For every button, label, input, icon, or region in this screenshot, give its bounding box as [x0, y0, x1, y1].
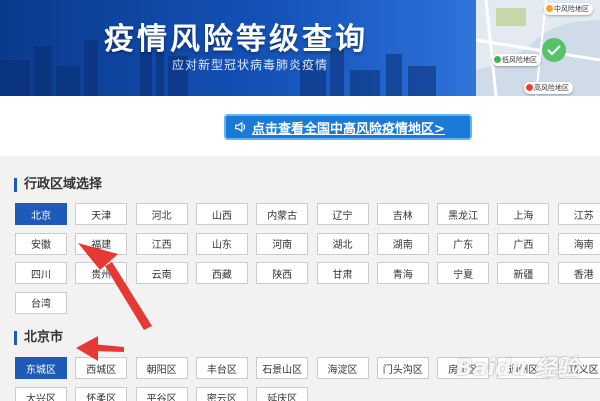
province-button[interactable]: 河北 [135, 203, 188, 225]
province-button[interactable]: 陕西 [256, 262, 309, 284]
district-button[interactable]: 朝阳区 [135, 357, 188, 379]
province-button[interactable]: 江西 [135, 232, 188, 255]
district-button[interactable]: 延庆区 [256, 386, 309, 401]
district-button[interactable]: 海淀区 [316, 357, 369, 379]
province-button[interactable]: 天津 [75, 203, 128, 225]
district-button[interactable]: 门头沟区 [376, 357, 429, 379]
province-button[interactable]: 北京 [15, 203, 67, 225]
province-button[interactable]: 台湾 [15, 291, 67, 314]
mid-risk-dot-icon [546, 5, 553, 12]
district-button[interactable]: 丰台区 [195, 357, 248, 379]
province-button[interactable]: 香港 [557, 262, 600, 284]
map-tag-low-risk: 低风险地区 [492, 54, 541, 66]
district-button[interactable]: 东城区 [15, 357, 67, 379]
province-button[interactable]: 内蒙古 [256, 203, 309, 225]
risk-map-illustration: 中风险地区 低风险地区 高风险地区 [476, 0, 600, 96]
province-button[interactable]: 宁夏 [437, 262, 490, 284]
district-button[interactable]: 密云区 [195, 386, 248, 401]
province-button[interactable]: 贵州 [75, 262, 128, 284]
district-button[interactable]: 怀柔区 [75, 386, 128, 401]
province-button[interactable]: 湖北 [316, 232, 369, 255]
district-button[interactable]: 石景山区 [256, 357, 309, 379]
province-button[interactable]: 广东 [437, 232, 490, 255]
view-high-risk-areas-button[interactable]: 点击查看全国中高风险疫情地区> [224, 114, 472, 140]
province-button[interactable]: 河南 [256, 232, 309, 255]
notice-label: 点击查看全国中高风险疫情地区> [252, 121, 445, 137]
speaker-icon [235, 121, 246, 133]
province-button[interactable]: 上海 [497, 203, 550, 225]
province-button[interactable]: 海南 [557, 232, 600, 255]
province-button[interactable]: 甘肃 [316, 262, 369, 284]
province-button[interactable]: 四川 [15, 262, 67, 284]
province-button[interactable]: 安徽 [15, 232, 67, 255]
map-tag-mid-risk: 中风险地区 [544, 3, 593, 15]
province-button[interactable]: 辽宁 [316, 203, 369, 225]
banner-subtitle: 应对新型冠状病毒肺炎疫情 [172, 58, 329, 72]
province-button[interactable]: 黑龙江 [437, 203, 490, 225]
low-risk-dot-icon [494, 56, 501, 63]
province-button[interactable]: 青海 [376, 262, 429, 284]
district-section-title: 北京市 [14, 331, 63, 345]
province-button[interactable]: 新疆 [497, 262, 550, 284]
province-button[interactable]: 云南 [135, 262, 188, 284]
province-button[interactable]: 吉林 [376, 203, 429, 225]
province-button[interactable]: 山西 [195, 203, 248, 225]
district-button[interactable]: 平谷区 [135, 386, 188, 401]
high-risk-dot-icon [526, 84, 533, 91]
province-button[interactable]: 江苏 [557, 203, 600, 225]
header-banner: 疫情风险等级查询 应对新型冠状病毒肺炎疫情 中风险地区 低风险地区 高风险地区 [0, 0, 600, 96]
banner-title: 疫情风险等级查询 [104, 22, 368, 57]
district-button[interactable]: 大兴区 [15, 386, 67, 401]
watermark: Baidu 经验 [456, 356, 579, 381]
district-button[interactable]: 西城区 [75, 357, 128, 379]
map-tag-high-risk: 高风险地区 [524, 82, 573, 94]
province-section-title: 行政区域选择 [14, 178, 102, 192]
province-button[interactable]: 广西 [497, 232, 550, 255]
province-button[interactable]: 西藏 [195, 262, 248, 284]
province-button[interactable]: 福建 [75, 232, 128, 255]
province-button[interactable]: 山东 [195, 232, 248, 255]
province-button[interactable]: 湖南 [376, 232, 429, 255]
